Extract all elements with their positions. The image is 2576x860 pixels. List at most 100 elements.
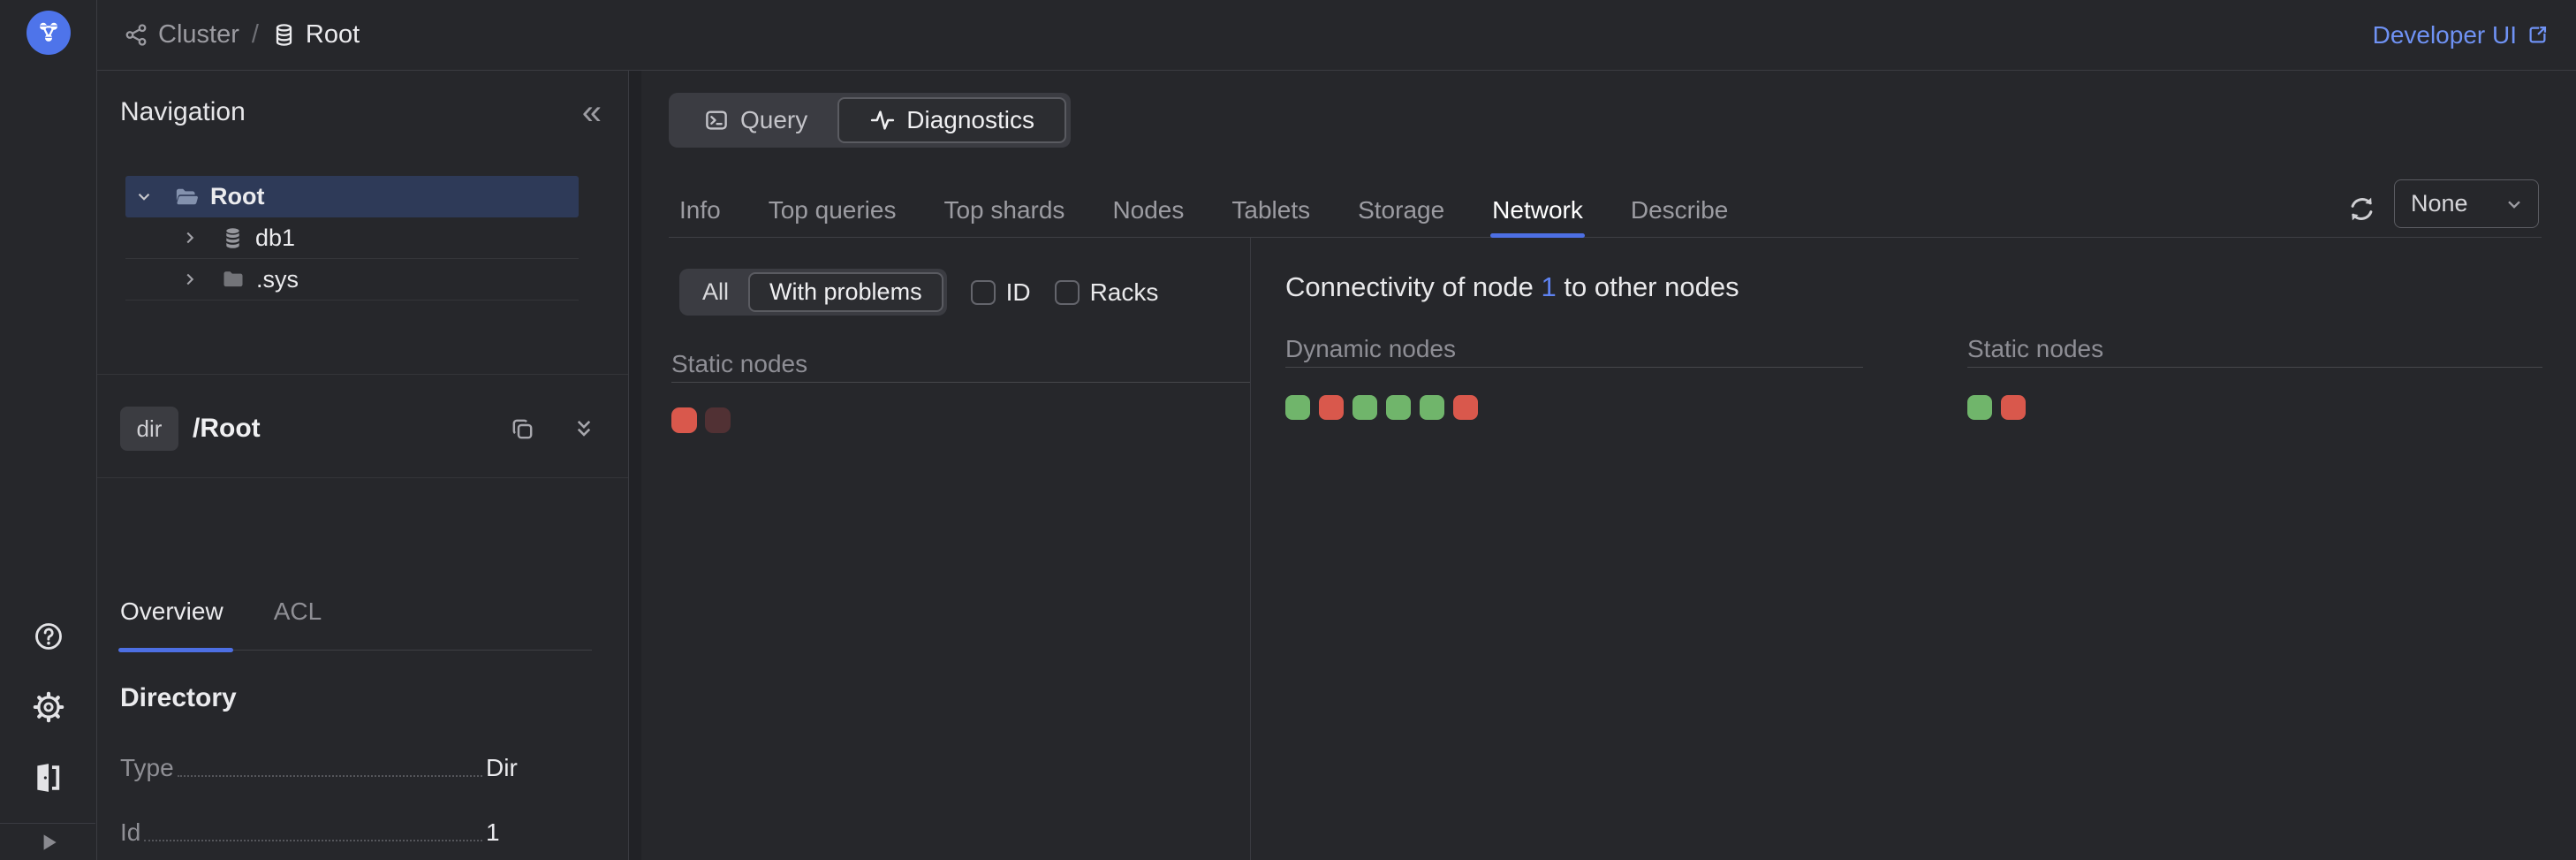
breadcrumb-entity[interactable]: Root bbox=[271, 20, 360, 49]
view-option-query[interactable]: Query bbox=[673, 97, 837, 143]
help-button[interactable] bbox=[0, 613, 97, 660]
connectivity-title: Connectivity of node 1 to other nodes bbox=[1285, 271, 1739, 303]
settings-button[interactable] bbox=[0, 683, 97, 731]
collapse-panel-button[interactable]: « bbox=[579, 100, 605, 125]
tree-item-label: Root bbox=[210, 183, 264, 210]
node-status-square[interactable] bbox=[1420, 395, 1444, 420]
node-status-square[interactable] bbox=[2001, 395, 2026, 420]
tab-describe[interactable]: Describe bbox=[1631, 190, 1728, 238]
view-option-label: Diagnostics bbox=[906, 106, 1034, 134]
cluster-icon bbox=[124, 22, 149, 48]
node-status-square[interactable] bbox=[1319, 395, 1344, 420]
problem-filter: All With problems bbox=[679, 269, 947, 316]
filter-option-with-problems[interactable]: With problems bbox=[748, 272, 943, 312]
chevron-down-icon bbox=[2503, 193, 2526, 216]
navigation-header: Navigation « bbox=[120, 97, 605, 127]
panel-resizer[interactable] bbox=[629, 71, 641, 860]
dotted-leader bbox=[178, 775, 482, 777]
folder-open-icon bbox=[173, 183, 201, 210]
pulse-icon bbox=[869, 107, 896, 133]
logout-button[interactable] bbox=[0, 754, 97, 802]
node-status-square[interactable] bbox=[705, 407, 731, 433]
node-status-square[interactable] bbox=[1967, 395, 1992, 420]
chevron-right-icon[interactable] bbox=[180, 269, 200, 290]
tab-acl[interactable]: ACL bbox=[274, 597, 322, 628]
node-status-square[interactable] bbox=[1352, 395, 1377, 420]
developer-ui-link[interactable]: Developer UI bbox=[2373, 21, 2549, 49]
divider bbox=[97, 477, 628, 478]
node-status-square[interactable] bbox=[1386, 395, 1411, 420]
definition-row-id: Id 1 bbox=[120, 820, 535, 847]
dynamic-nodes-group: Dynamic nodes bbox=[1285, 337, 1863, 420]
nodes-filter-row: All With problems ID Racks bbox=[679, 269, 1158, 316]
tab-network[interactable]: Network bbox=[1492, 190, 1583, 238]
ydb-logo-icon bbox=[34, 19, 63, 47]
chevron-down-icon[interactable] bbox=[134, 186, 154, 207]
definition-value: Dir bbox=[486, 754, 535, 782]
definition-value: 1 bbox=[486, 818, 535, 847]
external-link-icon bbox=[2526, 23, 2549, 47]
breadcrumb: Cluster / Root bbox=[124, 20, 360, 49]
navigation-tree: Root db1 bbox=[125, 176, 579, 301]
tab-info[interactable]: Info bbox=[679, 190, 721, 238]
tree-item-db1[interactable]: db1 bbox=[125, 217, 579, 259]
developer-ui-label: Developer UI bbox=[2373, 21, 2517, 49]
tree-item-sys[interactable]: .sys bbox=[125, 259, 579, 301]
tab-overview[interactable]: Overview bbox=[120, 597, 224, 628]
settings-gear-icon bbox=[32, 690, 65, 724]
top-bar: Cluster / Root Developer UI bbox=[97, 0, 2576, 71]
rail-footer-divider bbox=[0, 823, 95, 824]
main-content: Query Diagnostics Info Top queries Top s… bbox=[641, 71, 2576, 860]
racks-checkbox-label[interactable]: Racks bbox=[1090, 278, 1159, 307]
copy-path-button[interactable] bbox=[503, 409, 542, 448]
double-chevron-down-icon bbox=[571, 415, 597, 442]
connectivity-title-suffix: to other nodes bbox=[1557, 271, 1739, 302]
node-status-square[interactable] bbox=[671, 407, 697, 433]
view-switcher: Query Diagnostics bbox=[669, 93, 1071, 148]
breadcrumb-cluster-label: Cluster bbox=[158, 20, 239, 49]
view-option-label: Query bbox=[740, 106, 807, 134]
filter-option-all[interactable]: All bbox=[683, 272, 748, 312]
expand-panel-button[interactable] bbox=[0, 825, 97, 860]
navigation-panel: Navigation « Root bbox=[97, 71, 629, 860]
entity-path-row: dir /Root bbox=[120, 405, 603, 453]
terminal-icon bbox=[703, 107, 730, 133]
ydb-logo[interactable] bbox=[27, 11, 71, 55]
definition-row-type: Type Dir bbox=[120, 756, 535, 782]
node-status-square[interactable] bbox=[1285, 395, 1310, 420]
refresh-button[interactable] bbox=[2342, 189, 2381, 228]
chevron-right-icon[interactable] bbox=[180, 227, 200, 248]
id-checkbox-wrap: ID bbox=[971, 278, 1031, 307]
copy-icon bbox=[509, 415, 536, 443]
id-checkbox-label[interactable]: ID bbox=[1006, 278, 1031, 307]
tab-top-shards[interactable]: Top shards bbox=[943, 190, 1064, 238]
node-status-row bbox=[1285, 395, 1863, 420]
node-status-square[interactable] bbox=[1453, 395, 1478, 420]
view-option-diagnostics[interactable]: Diagnostics bbox=[837, 97, 1066, 143]
node-id-link[interactable]: 1 bbox=[1542, 271, 1557, 302]
tab-tablets[interactable]: Tablets bbox=[1231, 190, 1310, 238]
racks-checkbox-wrap: Racks bbox=[1055, 278, 1159, 307]
node-status-row bbox=[671, 407, 1250, 433]
breadcrumb-separator: / bbox=[252, 20, 259, 49]
id-checkbox[interactable] bbox=[971, 280, 996, 305]
divider bbox=[97, 374, 628, 375]
tab-top-queries[interactable]: Top queries bbox=[769, 190, 897, 238]
tree-item-label: db1 bbox=[255, 225, 295, 252]
entity-type-badge: dir bbox=[120, 407, 178, 451]
group-title: Dynamic nodes bbox=[1285, 337, 1863, 368]
vertical-divider bbox=[1250, 238, 1251, 860]
tab-nodes[interactable]: Nodes bbox=[1112, 190, 1184, 238]
folder-icon bbox=[221, 267, 246, 292]
tab-storage[interactable]: Storage bbox=[1358, 190, 1444, 238]
tree-item-label: .sys bbox=[256, 266, 299, 293]
definition-label: Type bbox=[120, 754, 174, 782]
tree-item-root[interactable]: Root bbox=[125, 176, 579, 217]
database-icon bbox=[221, 226, 245, 250]
expand-info-button[interactable] bbox=[564, 409, 603, 448]
breadcrumb-cluster[interactable]: Cluster bbox=[124, 20, 239, 49]
racks-checkbox[interactable] bbox=[1055, 280, 1080, 305]
refresh-icon bbox=[2346, 194, 2377, 225]
autorefresh-select[interactable]: None bbox=[2394, 179, 2539, 228]
autorefresh-value: None bbox=[2411, 190, 2468, 217]
